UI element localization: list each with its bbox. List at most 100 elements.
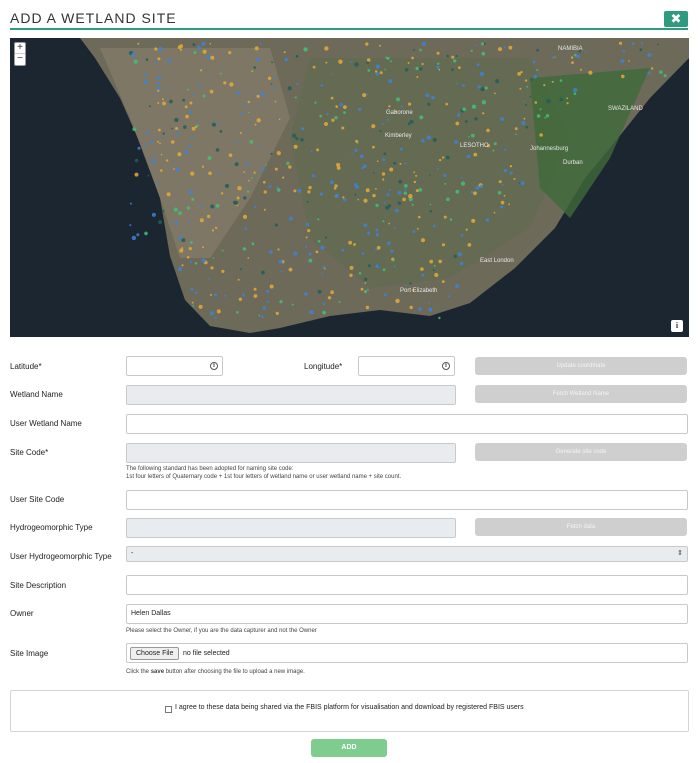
site-marker[interactable] bbox=[493, 211, 496, 214]
site-marker[interactable] bbox=[411, 56, 414, 60]
site-marker[interactable] bbox=[157, 57, 161, 61]
site-marker[interactable] bbox=[433, 264, 436, 267]
site-marker[interactable] bbox=[543, 84, 546, 87]
site-marker[interactable] bbox=[199, 218, 204, 223]
site-marker[interactable] bbox=[474, 117, 478, 121]
site-marker[interactable] bbox=[432, 269, 435, 271]
site-marker[interactable] bbox=[247, 100, 250, 104]
site-marker[interactable] bbox=[431, 95, 435, 100]
site-marker[interactable] bbox=[358, 272, 362, 275]
site-marker[interactable] bbox=[260, 315, 264, 319]
site-marker[interactable] bbox=[411, 203, 414, 206]
site-marker[interactable] bbox=[297, 188, 302, 193]
site-marker[interactable] bbox=[523, 117, 526, 120]
site-marker[interactable] bbox=[209, 42, 212, 45]
consent-checkbox[interactable] bbox=[165, 706, 172, 713]
site-marker[interactable] bbox=[438, 316, 441, 320]
site-marker[interactable] bbox=[215, 203, 220, 208]
site-marker[interactable] bbox=[158, 182, 161, 186]
site-marker[interactable] bbox=[367, 288, 369, 291]
site-marker[interactable] bbox=[191, 197, 195, 201]
site-marker[interactable] bbox=[400, 147, 403, 151]
site-marker[interactable] bbox=[184, 150, 189, 155]
add-button[interactable]: ADD bbox=[311, 739, 387, 757]
site-marker[interactable] bbox=[293, 144, 298, 149]
site-marker[interactable] bbox=[144, 231, 148, 236]
site-marker[interactable] bbox=[493, 142, 497, 146]
site-marker[interactable] bbox=[536, 48, 540, 52]
site-marker[interactable] bbox=[263, 190, 267, 194]
site-marker[interactable] bbox=[237, 186, 242, 191]
site-marker[interactable] bbox=[200, 69, 203, 72]
site-marker[interactable] bbox=[177, 152, 182, 157]
site-marker[interactable] bbox=[477, 85, 481, 89]
site-marker[interactable] bbox=[407, 62, 410, 64]
site-marker[interactable] bbox=[201, 41, 206, 46]
site-marker[interactable] bbox=[303, 47, 308, 52]
site-marker[interactable] bbox=[365, 188, 370, 193]
site-marker[interactable] bbox=[351, 152, 354, 155]
site-marker[interactable] bbox=[383, 152, 387, 155]
site-marker[interactable] bbox=[418, 188, 423, 192]
site-marker[interactable] bbox=[470, 190, 474, 194]
site-marker[interactable] bbox=[639, 48, 643, 52]
site-marker[interactable] bbox=[284, 57, 289, 62]
site-marker[interactable] bbox=[375, 228, 379, 232]
site-marker[interactable] bbox=[150, 139, 154, 143]
site-marker[interactable] bbox=[162, 101, 167, 106]
site-marker[interactable] bbox=[236, 311, 239, 314]
site-marker[interactable] bbox=[554, 56, 556, 59]
site-marker[interactable] bbox=[432, 137, 437, 142]
site-marker[interactable] bbox=[329, 180, 334, 185]
site-marker[interactable] bbox=[498, 180, 502, 184]
site-marker[interactable] bbox=[442, 156, 445, 159]
site-marker[interactable] bbox=[308, 252, 312, 256]
site-marker[interactable] bbox=[243, 196, 247, 200]
site-marker[interactable] bbox=[359, 154, 364, 159]
site-marker[interactable] bbox=[628, 60, 630, 62]
site-marker[interactable] bbox=[260, 92, 265, 97]
site-marker[interactable] bbox=[497, 191, 502, 195]
site-marker[interactable] bbox=[363, 223, 368, 228]
site-marker[interactable] bbox=[453, 59, 457, 63]
site-marker[interactable] bbox=[365, 305, 370, 310]
site-marker[interactable] bbox=[251, 177, 253, 180]
site-marker[interactable] bbox=[559, 79, 563, 82]
site-marker[interactable] bbox=[523, 100, 525, 103]
site-marker[interactable] bbox=[358, 107, 362, 111]
site-marker[interactable] bbox=[326, 113, 329, 116]
site-marker[interactable] bbox=[229, 82, 234, 87]
site-marker[interactable] bbox=[476, 63, 480, 67]
site-marker[interactable] bbox=[242, 247, 247, 251]
site-marker[interactable] bbox=[296, 82, 299, 86]
site-marker[interactable] bbox=[213, 293, 218, 297]
site-marker[interactable] bbox=[444, 182, 447, 185]
site-marker[interactable] bbox=[198, 304, 203, 309]
site-marker[interactable] bbox=[429, 203, 432, 206]
site-marker[interactable] bbox=[375, 264, 380, 269]
site-marker[interactable] bbox=[192, 43, 196, 46]
site-marker[interactable] bbox=[210, 266, 214, 270]
site-marker[interactable] bbox=[360, 287, 364, 291]
site-marker[interactable] bbox=[308, 185, 312, 190]
site-marker[interactable] bbox=[307, 229, 311, 233]
site-marker[interactable] bbox=[202, 49, 207, 54]
site-marker[interactable] bbox=[259, 144, 261, 147]
site-marker[interactable] bbox=[495, 79, 500, 84]
site-marker[interactable] bbox=[473, 191, 477, 196]
site-marker[interactable] bbox=[419, 115, 424, 120]
site-marker[interactable] bbox=[210, 204, 215, 209]
site-marker[interactable] bbox=[144, 143, 147, 146]
site-marker[interactable] bbox=[134, 172, 139, 177]
site-marker[interactable] bbox=[321, 273, 324, 275]
site-marker[interactable] bbox=[401, 105, 403, 108]
site-marker[interactable] bbox=[236, 196, 240, 200]
site-marker[interactable] bbox=[427, 102, 431, 106]
site-marker[interactable] bbox=[373, 172, 375, 174]
site-marker[interactable] bbox=[208, 278, 211, 280]
site-marker[interactable] bbox=[366, 58, 371, 62]
site-marker[interactable] bbox=[343, 111, 346, 114]
site-marker[interactable] bbox=[219, 174, 222, 177]
info-button[interactable]: i bbox=[671, 320, 683, 332]
site-marker[interactable] bbox=[334, 116, 338, 120]
